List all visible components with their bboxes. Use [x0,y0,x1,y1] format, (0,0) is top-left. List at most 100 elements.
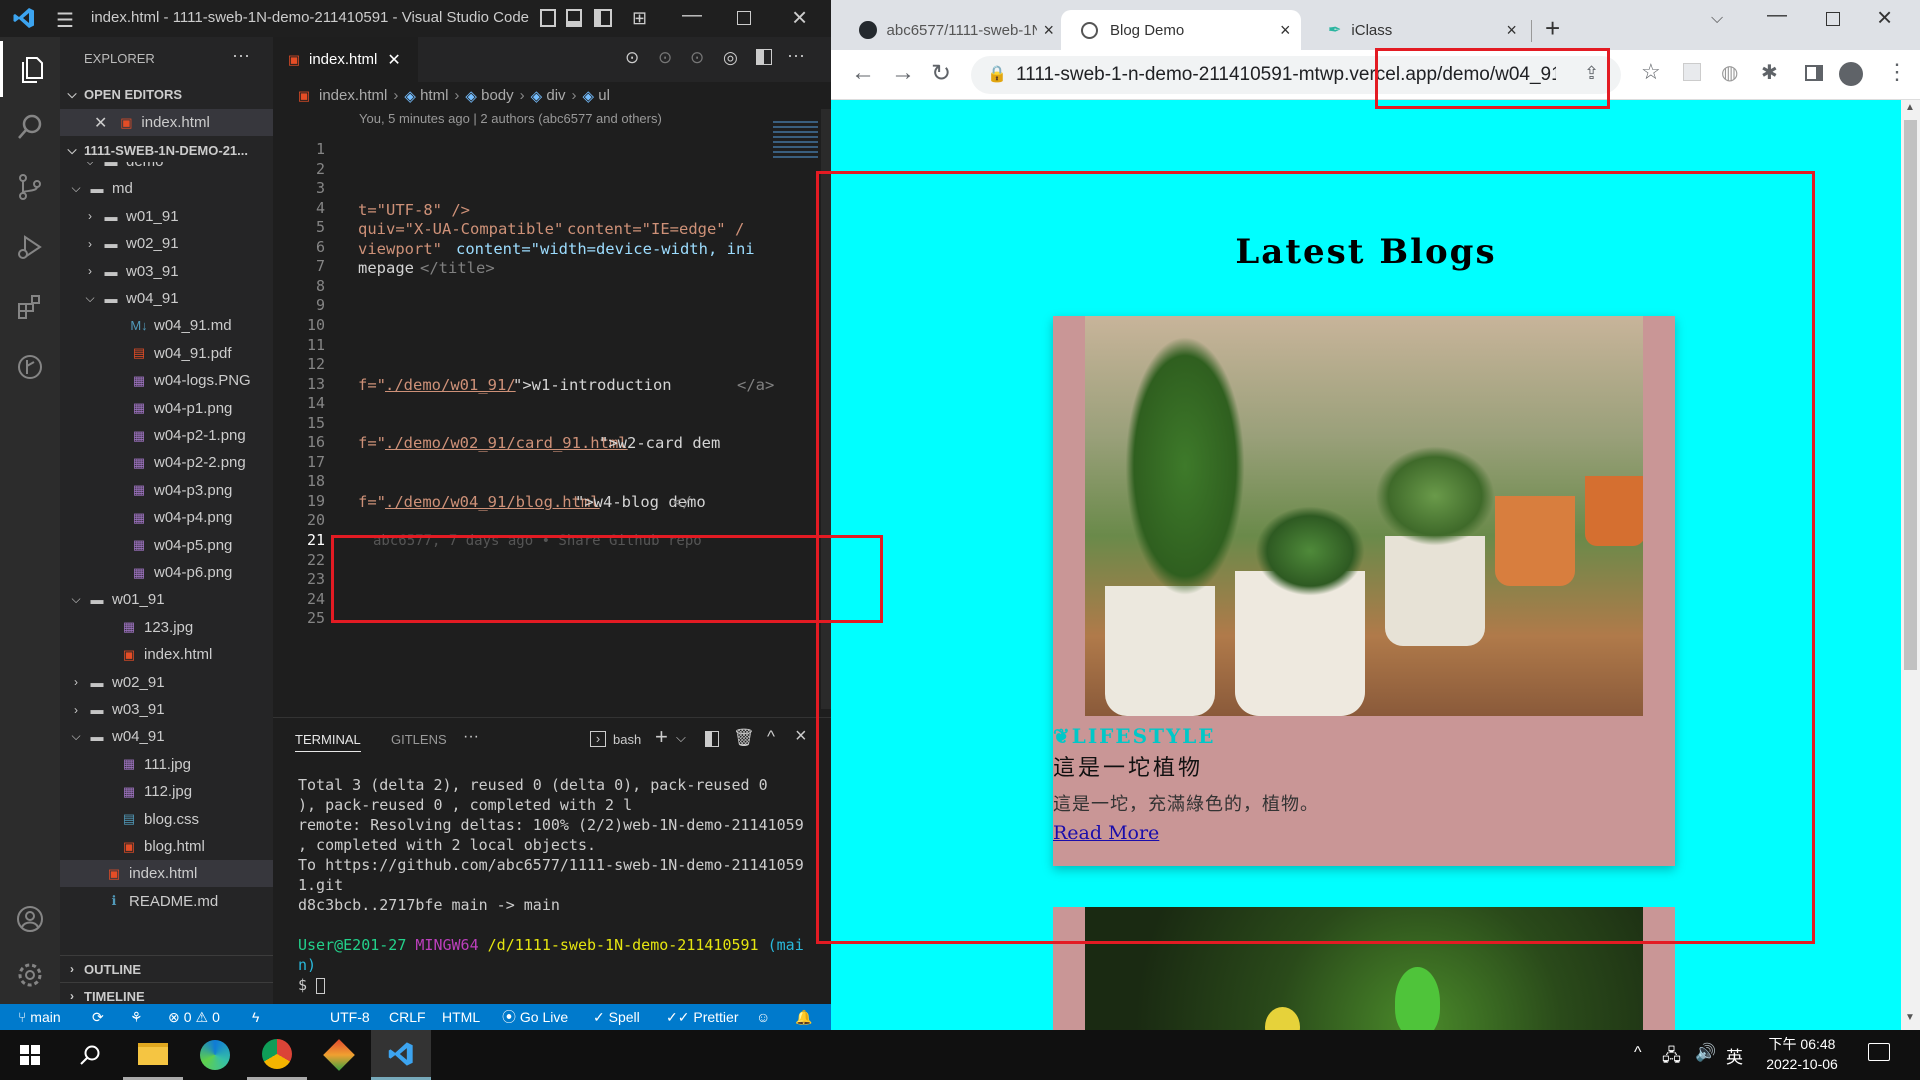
reload-icon[interactable]: ↻ [931,59,951,88]
encoding-status[interactable]: UTF-8 [330,1004,370,1030]
menu-icon[interactable]: ☰ [56,8,74,33]
breadcrumb-html[interactable]: html [420,87,448,104]
outline-header[interactable]: › OUTLINE [60,955,273,982]
gitlens-icon[interactable] [0,339,60,395]
forward-icon[interactable]: → [891,59,915,87]
layout-editor-icon[interactable] [566,9,582,27]
tree-item[interactable]: › ▬ w03_91 [60,696,273,723]
close-tab-icon[interactable]: × [1043,20,1054,41]
page-scrollbar[interactable]: ▲ ▼ [1901,100,1920,1030]
tree-item[interactable]: ▦ w04-logs.PNG [60,367,273,394]
eol-status[interactable]: CRLF [389,1004,426,1030]
tab-blog-demo[interactable]: Blog Demo × [1061,10,1301,50]
git-gui-icon[interactable] [309,1030,369,1080]
vscode-taskbar-icon[interactable] [371,1030,431,1080]
explorer-icon[interactable] [0,41,60,97]
tree-item[interactable]: ▣ index.html [60,641,273,668]
new-terminal-icon[interactable]: + [655,724,668,750]
tree-item[interactable]: ▦ w04-p2-1.png [60,422,273,449]
tree-item[interactable]: ▤ w04_91.pdf [60,340,273,367]
breadcrumb-div[interactable]: div [546,87,565,104]
tree-item[interactable]: M↓ w04_91.md [60,312,273,339]
lightning-icon[interactable]: ϟ [252,1004,259,1030]
prev-change-icon[interactable]: ⊙ [658,48,672,68]
branch-status[interactable]: ⑂ main [18,1004,61,1030]
tab-index-html[interactable]: ▣ index.html ✕ [273,37,418,82]
run-debug-icon[interactable] [0,219,60,275]
close-panel-icon[interactable]: × [795,725,807,748]
close-button[interactable]: × [1877,2,1892,33]
tree-item[interactable]: ▦ w04-p5.png [60,532,273,559]
extension-icon[interactable] [1683,63,1701,81]
side-panel-icon[interactable] [1805,65,1823,81]
shell-label[interactable]: bash [613,732,641,747]
search-icon[interactable] [60,1030,120,1080]
chrome-menu-icon[interactable]: ⋮ [1886,59,1908,85]
close-tab-icon[interactable]: × [1280,20,1291,41]
tree-item[interactable]: ▦ 112.jpg [60,778,273,805]
new-tab-icon[interactable]: + [1545,13,1560,44]
scroll-thumb[interactable] [1904,120,1917,670]
clock[interactable]: 下午 06:48 2022-10-06 [1757,1034,1847,1074]
settings-gear-icon[interactable] [0,947,60,1003]
explorer-more-icon[interactable]: ··· [232,45,250,66]
open-editors-header[interactable]: ⌵ OPEN EDITORS [60,81,273,108]
tree-item[interactable]: ▦ w04-p3.png [60,477,273,504]
close-button[interactable]: × [792,2,807,33]
next-change-icon[interactable]: ⊙ [690,48,704,68]
tree-item[interactable]: › ▬ w01_91 [60,203,273,230]
close-icon[interactable]: ✕ [94,113,107,133]
maximize-button[interactable] [1826,12,1840,26]
tree-item[interactable]: ▦ w04-p4.png [60,504,273,531]
tree-item[interactable]: ⌵ ▬ md [60,175,273,202]
file-explorer-icon[interactable] [123,1030,183,1080]
tree-item[interactable]: ℹ README.md [60,888,273,915]
tree-item[interactable]: › ▬ w02_91 [60,669,273,696]
tree-item[interactable]: ▦ 111.jpg [60,751,273,778]
source-control-icon[interactable] [0,159,60,215]
tree-item[interactable]: ⌵ ▬ w01_91 [60,586,273,613]
gitlens-status-icon[interactable]: ⚘ [130,1004,143,1030]
minimize-button[interactable]: — [682,4,702,27]
tree-item[interactable]: ▦ w04-p1.png [60,395,273,422]
tab-terminal[interactable]: TERMINAL [295,732,361,752]
split-editor-icon[interactable] [756,49,772,65]
minimap[interactable] [773,121,818,161]
scroll-down-icon[interactable]: ▼ [1905,1012,1915,1023]
tab-gitlens[interactable]: GITLENS [391,732,447,747]
tree-item[interactable]: ⌵ ▬ w04_91 [60,723,273,750]
tree-item[interactable]: ⌵ ▬ w04_91 [60,285,273,312]
notification-center-icon[interactable] [1868,1043,1890,1061]
compare-icon[interactable]: ⊙ [625,48,639,68]
tree-item[interactable]: › ▬ w02_91 [60,230,273,257]
terminal-input[interactable]: $ [298,975,326,995]
extensions-puzzle-icon[interactable]: ✱ [1761,60,1778,85]
bookmark-star-icon[interactable]: ☆ [1641,59,1661,85]
spell-status[interactable]: ✓ Spell [593,1004,640,1030]
tray-chevron-up-icon[interactable]: ^ [1634,1044,1642,1062]
tree-item[interactable]: ▦ w04-p2-2.png [60,449,273,476]
profile-avatar[interactable] [1839,62,1863,86]
extension-icon[interactable]: ◍ [1721,60,1738,85]
tree-item[interactable]: ▣ index.html [60,860,273,888]
edge-icon[interactable] [185,1030,245,1080]
maximize-panel-icon[interactable]: ^ [767,727,775,747]
search-icon[interactable] [0,99,60,155]
layout-panel-icon[interactable] [540,9,556,27]
scroll-up-icon[interactable]: ▲ [1905,102,1915,113]
extensions-icon[interactable] [0,279,60,335]
feedback-icon[interactable]: ☺ [756,1004,770,1030]
chevron-down-icon[interactable]: ⌵ [676,730,686,746]
tree-item[interactable]: ⌵ ▬ demo [60,162,273,175]
close-tab-icon[interactable]: ✕ [387,50,400,70]
prettier-status[interactable]: ✓✓ Prettier [666,1004,738,1030]
tree-item[interactable]: ▦ w04-p6.png [60,559,273,586]
problems-status[interactable]: ⊗ 0 ⚠ 0 [168,1004,220,1030]
tree-item[interactable]: ▦ 123.jpg [60,614,273,641]
gitlens-toggle-icon[interactable]: ◎ [723,48,738,68]
close-tab-icon[interactable]: × [1506,20,1517,41]
panel-more[interactable]: ··· [463,728,479,746]
back-icon[interactable]: ← [851,59,875,87]
split-terminal-icon[interactable] [705,731,719,747]
customize-layout-icon[interactable]: ⊞ [632,8,647,29]
